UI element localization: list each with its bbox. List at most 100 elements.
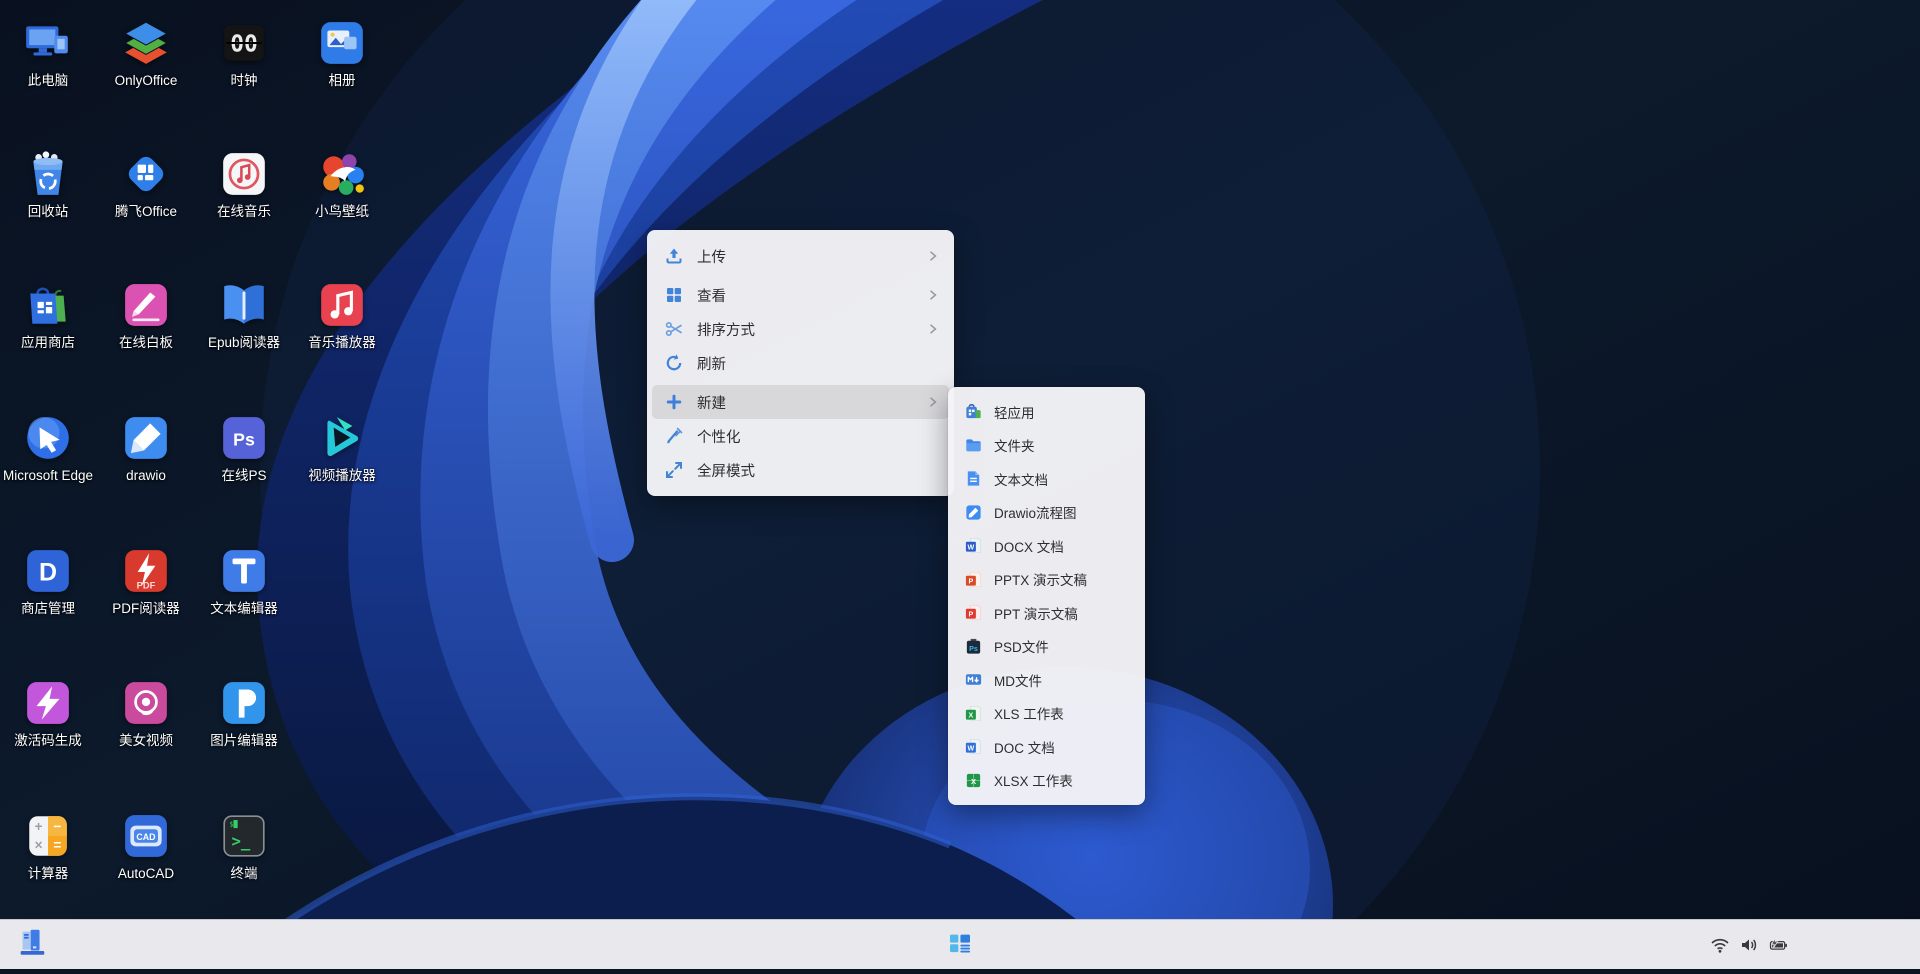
desktop-icon-label: PDF阅读器 (98, 601, 194, 617)
submenu-item-label: 文本文档 (994, 469, 1048, 489)
submenu-item-md[interactable]: MD文件 (953, 663, 1140, 697)
desktop-icon-onlyoffice[interactable]: OnlyOffice (98, 18, 194, 89)
menu-item-label: 全屏模式 (697, 460, 939, 481)
md-icon (964, 670, 983, 689)
app-launcher-button[interactable] (942, 927, 978, 963)
menu-item-refresh[interactable]: 刷新 (652, 346, 949, 380)
svg-text:−: − (53, 819, 61, 834)
menu-item-view-grid[interactable]: 查看 (652, 278, 949, 312)
submenu-item-light-app[interactable]: 轻应用 (953, 395, 1140, 429)
chevron-right-icon (927, 289, 939, 301)
volume-icon[interactable] (1739, 935, 1759, 955)
submenu-item-label: Drawio流程图 (994, 502, 1077, 522)
desktop-icon-beauty-video[interactable]: 美女视频 (98, 678, 194, 749)
calculator-icon: +−×= (23, 811, 73, 861)
music-player-icon (317, 280, 367, 330)
desktop-icon-autocad[interactable]: CAD AutoCAD (98, 811, 194, 882)
desktop-icon-clock[interactable]: 00 时钟 (196, 18, 292, 89)
desktop-icon-tengfei-office[interactable]: 腾飞Office (98, 149, 194, 220)
chevron-right-icon (927, 396, 939, 408)
desktop-icon-online-music[interactable]: 在线音乐 (196, 149, 292, 220)
submenu-item-drawio-flow[interactable]: Drawio流程图 (953, 496, 1140, 530)
desktop-icon-label: 终端 (196, 866, 292, 882)
desktop-context-menu: 上传 查看 排序方式 刷新 新建 个性化 全屏模式 (647, 230, 954, 496)
desktop-icon-app-store[interactable]: 应用商店 (0, 280, 96, 351)
submenu-item-label: 文件夹 (994, 435, 1035, 455)
pptx-icon: P (964, 570, 983, 589)
whiteboard-icon (121, 280, 171, 330)
desktop-icon-label: 文本编辑器 (196, 601, 292, 617)
start-pc-icon (15, 926, 49, 965)
desktop-icon-keygen[interactable]: 激活码生成 (0, 678, 96, 749)
desktop-icon-calculator[interactable]: +−×= 计算器 (0, 811, 96, 882)
desktop-icon-music-player[interactable]: 音乐播放器 (294, 280, 390, 351)
desktop-icon-this-pc[interactable]: 此电脑 (0, 18, 96, 89)
desktop-icon-online-ps[interactable]: Ps 在线PS (196, 413, 292, 484)
bird-wallpaper-icon (317, 149, 367, 199)
desktop-icon-label: 在线PS (196, 468, 292, 484)
menu-item-new-plus[interactable]: 新建 (652, 385, 949, 419)
docx-icon: W (964, 536, 983, 555)
drawio-flow-icon (964, 503, 983, 522)
wifi-icon[interactable] (1710, 935, 1730, 955)
submenu-item-xls[interactable]: X XLS 工作表 (953, 697, 1140, 731)
desktop-icon-drawio[interactable]: drawio (98, 413, 194, 484)
menu-item-upload[interactable]: 上传 (652, 239, 949, 273)
svg-text:>_: >_ (232, 832, 251, 850)
online-ps-icon: Ps (219, 413, 269, 463)
desktop-icon-store-manager[interactable]: D 商店管理 (0, 546, 96, 617)
battery-charging-icon[interactable] (1768, 935, 1788, 955)
taskbar (0, 919, 1920, 969)
new-item-submenu: 轻应用 文件夹 文本文档 Drawio流程图 W DOCX 文档 P PPTX … (948, 387, 1145, 805)
app-store-icon (23, 280, 73, 330)
submenu-item-folder[interactable]: 文件夹 (953, 429, 1140, 463)
svg-text:$█: $█ (229, 820, 238, 829)
desktop-icon-recycle-bin[interactable]: 回收站 (0, 149, 96, 220)
svg-text:P: P (968, 577, 973, 585)
drawio-icon (121, 413, 171, 463)
desktop-icon-label: 应用商店 (0, 335, 96, 351)
submenu-item-pptx[interactable]: P PPTX 演示文稿 (953, 563, 1140, 597)
new-plus-icon (664, 392, 684, 412)
svg-text:Ps: Ps (233, 429, 255, 449)
menu-item-sort[interactable]: 排序方式 (652, 312, 949, 346)
submenu-item-label: 轻应用 (994, 402, 1035, 422)
svg-text:Ps: Ps (969, 645, 978, 653)
chevron-right-icon (927, 250, 939, 262)
desktop-icon-video-player[interactable]: 视频播放器 (294, 413, 390, 484)
submenu-item-label: PPTX 演示文稿 (994, 569, 1087, 589)
start-button[interactable] (12, 925, 52, 965)
svg-text:+: + (35, 819, 43, 834)
keygen-icon (23, 678, 73, 728)
desktop-icon-terminal[interactable]: $█ >_ 终端 (196, 811, 292, 882)
submenu-item-xlsx[interactable]: X XLSX 工作表 (953, 764, 1140, 798)
terminal-icon: $█ >_ (219, 811, 269, 861)
menu-item-fullscreen[interactable]: 全屏模式 (652, 453, 949, 487)
desktop-icon-albums[interactable]: 相册 (294, 18, 390, 89)
desktop-icon-label: 小鸟壁纸 (294, 204, 390, 220)
submenu-item-docx[interactable]: W DOCX 文档 (953, 529, 1140, 563)
submenu-item-doc[interactable]: W DOC 文档 (953, 730, 1140, 764)
desktop-icon-text-editor[interactable]: 文本编辑器 (196, 546, 292, 617)
desktop-icon-bird-wallpaper[interactable]: 小鸟壁纸 (294, 149, 390, 220)
app-launcher-icon (945, 928, 975, 963)
menu-item-label: 排序方式 (697, 319, 927, 340)
desktop-icon-label: Microsoft Edge (0, 468, 96, 484)
store-manager-icon: D (23, 546, 73, 596)
desktop-icon-edge[interactable]: Microsoft Edge (0, 413, 96, 484)
desktop-icon-label: 腾飞Office (98, 204, 194, 220)
desktop-icon-pdf-reader[interactable]: PDF PDF阅读器 (98, 546, 194, 617)
clock-icon: 00 (219, 18, 269, 68)
desktop-icon-image-editor[interactable]: 图片编辑器 (196, 678, 292, 749)
submenu-item-text-doc[interactable]: 文本文档 (953, 462, 1140, 496)
desktop-surface[interactable]: 此电脑 OnlyOffice 00 时钟 相册 回收站 腾飞Office 在线音… (0, 0, 1920, 969)
submenu-item-label: XLS 工作表 (994, 703, 1064, 723)
beauty-video-icon (121, 678, 171, 728)
desktop-icon-epub-reader[interactable]: Epub阅读器 (196, 280, 292, 351)
submenu-item-psd[interactable]: Ps PSD文件 (953, 630, 1140, 664)
submenu-item-ppt[interactable]: P PPT 演示文稿 (953, 596, 1140, 630)
desktop-icon-whiteboard[interactable]: 在线白板 (98, 280, 194, 351)
epub-reader-icon (219, 280, 269, 330)
menu-item-personalize[interactable]: 个性化 (652, 419, 949, 453)
fullscreen-icon (664, 460, 684, 480)
